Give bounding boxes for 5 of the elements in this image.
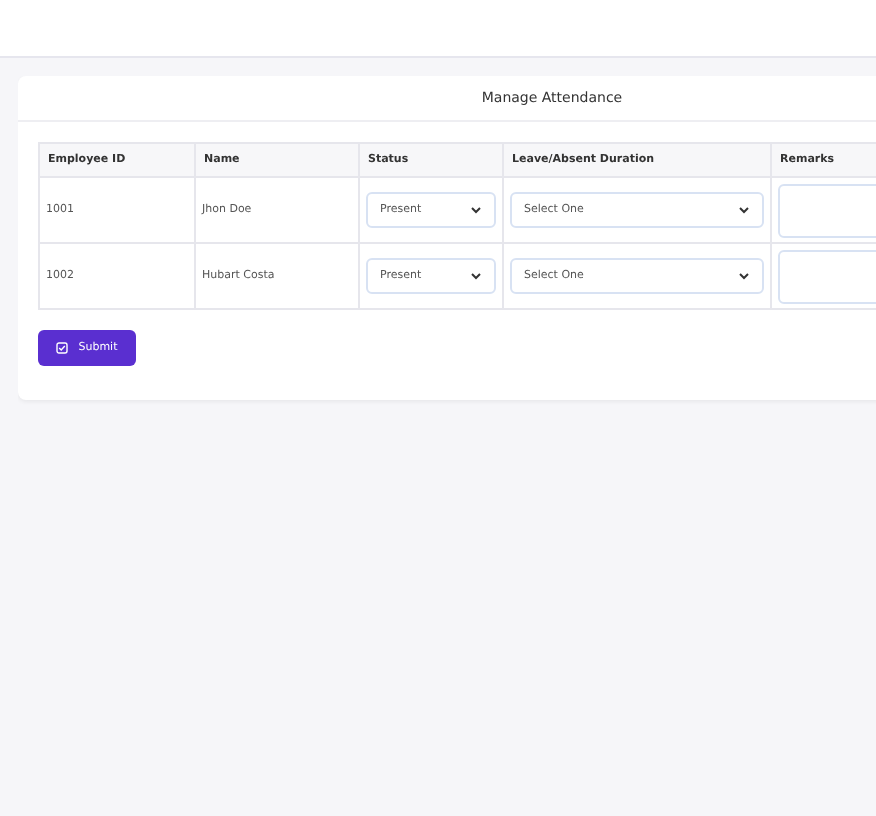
checkbox-icon <box>56 342 69 354</box>
chevron-down-icon <box>738 272 750 280</box>
chevron-down-icon <box>470 272 482 280</box>
chevron-down-icon <box>470 206 482 214</box>
chevron-down-icon <box>738 206 750 214</box>
